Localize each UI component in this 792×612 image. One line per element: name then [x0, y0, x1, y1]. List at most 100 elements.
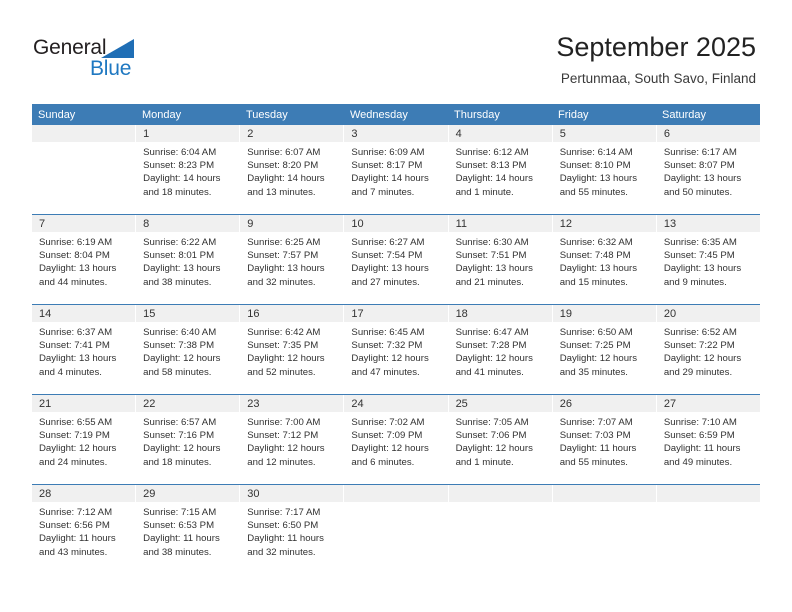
calendar-day-cell[interactable]: 30 Sunrise: 7:17 AM Sunset: 6:50 PM Dayligh… — [240, 485, 345, 575]
weekday-header-thursday: Thursday — [454, 109, 500, 121]
day-info-line: Sunrise: 6:27 AM — [351, 237, 425, 248]
day-info-line: Sunset: 7:41 PM — [39, 340, 110, 352]
calendar-day-cell[interactable]: 6 Sunrise: 6:17 AM Sunset: 8:07 PM Daylight… — [656, 125, 760, 214]
day-info-line: and 38 minutes. — [143, 276, 212, 288]
weekday-header-wednesday: Wednesday — [350, 109, 408, 121]
calendar-day-cell[interactable]: 9 Sunrise: 6:25 AM Sunset: 7:57 PM Daylight… — [240, 215, 345, 304]
day-sun-info: Sunrise: 6:07 AM Sunset: 8:20 PM Daylight:… — [240, 142, 343, 199]
calendar-day-cell[interactable]: 20 Sunrise: 6:52 AM Sunset: 7:22 PM Dayligh… — [656, 305, 760, 394]
day-info-line: Sunset: 6:56 PM — [39, 520, 110, 532]
day-info-line: and 29 minutes. — [663, 366, 733, 378]
day-sun-info — [657, 502, 760, 506]
day-sun-info: Sunrise: 6:35 AM Sunset: 7:45 PM Daylight:… — [657, 232, 760, 289]
day-info-line: Daylight: 11 hours — [143, 533, 220, 545]
calendar-day-cell[interactable]: 1 Sunrise: 6:04 AM Sunset: 8:23 PM Daylight… — [136, 125, 241, 214]
calendar-day-cell[interactable]: 24 Sunrise: 7:02 AM Sunset: 7:09 PM Dayligh… — [344, 395, 449, 484]
day-info-line: Sunrise: 7:07 AM — [559, 417, 633, 428]
day-number: 13 — [656, 215, 760, 232]
day-number: 28 — [32, 485, 136, 502]
calendar-day-cell[interactable]: 29 Sunrise: 7:15 AM Sunset: 6:53 PM Dayligh… — [136, 485, 241, 575]
day-info-line: and 58 minutes. — [143, 366, 212, 378]
day-info-line: and 27 minutes. — [351, 276, 420, 288]
day-number: 15 — [136, 305, 240, 322]
calendar-week-row: 1 Sunrise: 6:04 AM Sunset: 8:23 PM Daylight… — [32, 125, 760, 214]
calendar-day-cell[interactable]: 26 Sunrise: 7:07 AM Sunset: 7:03 PM Dayligh… — [552, 395, 657, 484]
day-number: 20 — [656, 305, 760, 322]
calendar-day-cell[interactable]: 17 Sunrise: 6:45 AM Sunset: 7:32 PM Dayligh… — [344, 305, 449, 394]
day-info-line: Sunrise: 6:25 AM — [247, 237, 321, 248]
calendar-week-row: 28 Sunrise: 7:12 AM Sunset: 6:56 PM Dayligh… — [32, 484, 760, 575]
calendar-day-cell[interactable]: 16 Sunrise: 6:42 AM Sunset: 7:35 PM Dayligh… — [240, 305, 345, 394]
day-sun-info — [32, 142, 135, 146]
calendar-day-cell[interactable]: 21 Sunrise: 6:55 AM Sunset: 7:19 PM Dayligh… — [32, 395, 137, 484]
day-sun-info: Sunrise: 6:45 AM Sunset: 7:32 PM Daylight:… — [344, 322, 447, 379]
calendar-day-cell[interactable]: 27 Sunrise: 7:10 AM Sunset: 6:59 PM Dayligh… — [656, 395, 760, 484]
day-info-line: Sunrise: 6:55 AM — [39, 417, 113, 428]
day-info-line: Sunrise: 6:47 AM — [455, 327, 529, 338]
calendar-day-cell[interactable]: 19 Sunrise: 6:50 AM Sunset: 7:25 PM Dayligh… — [552, 305, 657, 394]
calendar-day-cell[interactable]: 4 Sunrise: 6:12 AM Sunset: 8:13 PM Daylight… — [448, 125, 553, 214]
day-info-line: and 44 minutes. — [39, 276, 108, 288]
day-sun-info: Sunrise: 6:32 AM Sunset: 7:48 PM Daylight:… — [553, 232, 656, 289]
day-info-line: Sunset: 8:20 PM — [247, 160, 319, 172]
day-info-line: and 13 minutes. — [247, 186, 316, 198]
day-info-line: Sunset: 8:04 PM — [39, 250, 110, 262]
calendar-day-cell[interactable]: 14 Sunrise: 6:37 AM Sunset: 7:41 PM Dayligh… — [32, 305, 137, 394]
day-info-line: Sunrise: 6:57 AM — [143, 417, 217, 428]
day-info-line: and 1 minute. — [455, 186, 514, 198]
day-info-line: Sunset: 7:19 PM — [39, 430, 110, 442]
day-number — [448, 485, 552, 502]
calendar-day-cell[interactable]: 25 Sunrise: 7:05 AM Sunset: 7:06 PM Dayligh… — [448, 395, 553, 484]
calendar-day-cell[interactable]: 7 Sunrise: 6:19 AM Sunset: 8:04 PM Daylight… — [32, 215, 137, 304]
day-info-line: Daylight: 14 hours — [455, 173, 533, 185]
day-info-line: Daylight: 11 hours — [247, 533, 324, 545]
day-info-line: Sunrise: 6:14 AM — [559, 147, 633, 158]
day-number: 2 — [240, 125, 344, 142]
day-info-line: Sunset: 7:09 PM — [351, 430, 423, 442]
calendar-day-cell[interactable]: 8 Sunrise: 6:22 AM Sunset: 8:01 PM Daylight… — [136, 215, 241, 304]
day-sun-info: Sunrise: 7:05 AM Sunset: 7:06 PM Daylight:… — [449, 412, 552, 469]
generalblue-logo[interactable]: General Blue — [33, 36, 163, 84]
day-info-line: Sunrise: 6:40 AM — [143, 327, 217, 338]
calendar-day-cell[interactable]: 5 Sunrise: 6:14 AM Sunset: 8:10 PM Daylight… — [552, 125, 657, 214]
day-info-line: Daylight: 13 hours — [247, 263, 325, 275]
calendar-day-cell[interactable]: 18 Sunrise: 6:47 AM Sunset: 7:28 PM Dayligh… — [448, 305, 553, 394]
day-info-line: and 1 minute. — [455, 456, 514, 468]
day-info-line: and 4 minutes. — [39, 366, 102, 378]
day-info-line: Daylight: 14 hours — [143, 173, 221, 185]
day-sun-info: Sunrise: 6:27 AM Sunset: 7:54 PM Daylight:… — [344, 232, 447, 289]
calendar-day-cell[interactable]: 3 Sunrise: 6:09 AM Sunset: 8:17 PM Daylight… — [344, 125, 449, 214]
calendar-day-cell[interactable]: 13 Sunrise: 6:35 AM Sunset: 7:45 PM Dayligh… — [656, 215, 760, 304]
calendar-day-cell-empty — [32, 125, 137, 214]
calendar-day-cell[interactable]: 2 Sunrise: 6:07 AM Sunset: 8:20 PM Daylight… — [240, 125, 345, 214]
day-number: 24 — [344, 395, 448, 412]
day-sun-info — [449, 502, 552, 506]
day-sun-info: Sunrise: 6:40 AM Sunset: 7:38 PM Daylight:… — [136, 322, 239, 379]
day-info-line: Sunset: 7:45 PM — [663, 250, 735, 262]
day-info-line: Sunset: 7:35 PM — [247, 340, 319, 352]
calendar-day-cell[interactable]: 11 Sunrise: 6:30 AM Sunset: 7:51 PM Dayligh… — [448, 215, 553, 304]
day-info-line: Sunset: 7:51 PM — [455, 250, 527, 262]
day-sun-info: Sunrise: 7:15 AM Sunset: 6:53 PM Daylight:… — [136, 502, 239, 559]
calendar-day-cell[interactable]: 12 Sunrise: 6:32 AM Sunset: 7:48 PM Dayligh… — [552, 215, 657, 304]
day-sun-info: Sunrise: 6:50 AM Sunset: 7:25 PM Daylight:… — [553, 322, 656, 379]
weekday-header-sunday: Sunday — [38, 109, 76, 121]
weekday-header-saturday: Saturday — [662, 109, 707, 121]
triangle-icon — [101, 39, 135, 59]
page-header: General Blue September 2025 Pertunmaa, S… — [0, 0, 792, 100]
day-info-line: Daylight: 12 hours — [143, 443, 221, 455]
day-info-line: Sunset: 8:10 PM — [559, 160, 631, 172]
calendar-day-cell[interactable]: 28 Sunrise: 7:12 AM Sunset: 6:56 PM Dayligh… — [32, 485, 137, 575]
day-sun-info: Sunrise: 6:30 AM Sunset: 7:51 PM Daylight:… — [449, 232, 552, 289]
calendar-day-cell[interactable]: 22 Sunrise: 6:57 AM Sunset: 7:16 PM Dayligh… — [136, 395, 241, 484]
day-info-line: Sunrise: 6:07 AM — [247, 147, 321, 158]
day-info-line: Sunrise: 6:45 AM — [351, 327, 425, 338]
calendar-day-cell-empty — [656, 485, 760, 575]
day-info-line: Sunset: 7:25 PM — [559, 340, 631, 352]
calendar-day-cell[interactable]: 10 Sunrise: 6:27 AM Sunset: 7:54 PM Dayligh… — [344, 215, 449, 304]
day-info-line: and 52 minutes. — [247, 366, 316, 378]
day-info-line: and 35 minutes. — [559, 366, 628, 378]
calendar-day-cell[interactable]: 15 Sunrise: 6:40 AM Sunset: 7:38 PM Dayligh… — [136, 305, 241, 394]
day-number: 12 — [552, 215, 656, 232]
calendar-day-cell[interactable]: 23 Sunrise: 7:00 AM Sunset: 7:12 PM Dayligh… — [240, 395, 345, 484]
